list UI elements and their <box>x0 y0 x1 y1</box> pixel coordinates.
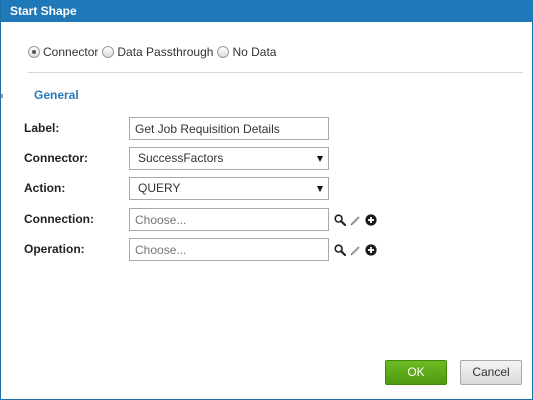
source-type-radio-group: Connector Data Passthrough No Data <box>28 44 280 60</box>
radio-no-data[interactable] <box>217 46 230 58</box>
section-title-general: General <box>34 88 79 102</box>
section-divider <box>28 72 523 73</box>
connection-input[interactable] <box>129 208 329 231</box>
start-shape-dialog: Start Shape Connector Data Passthrough N… <box>0 0 533 400</box>
operation-field-caption: Operation: <box>24 242 85 256</box>
radio-data-passthrough[interactable] <box>102 46 115 58</box>
radio-connector[interactable] <box>28 46 40 58</box>
action-field-caption: Action: <box>24 181 66 195</box>
dialog-title: Start Shape <box>1 0 533 22</box>
connector-field-caption: Connector: <box>24 151 88 165</box>
window-edge-mark <box>1 94 3 98</box>
radio-connector-label[interactable]: Connector <box>43 45 98 59</box>
connector-select-value: SuccessFactors <box>138 151 224 165</box>
operation-add-icon[interactable] <box>365 244 377 256</box>
operation-input[interactable] <box>129 238 329 261</box>
connector-dropdown-arrow-icon[interactable] <box>317 156 323 162</box>
label-field-caption: Label: <box>24 121 60 135</box>
action-select[interactable]: QUERY <box>129 177 329 200</box>
operation-edit-icon[interactable] <box>350 245 361 256</box>
radio-data-passthrough-label[interactable]: Data Passthrough <box>117 45 213 59</box>
connection-search-icon[interactable] <box>334 214 346 226</box>
connector-select[interactable]: SuccessFactors <box>129 147 329 170</box>
cancel-button[interactable]: Cancel <box>460 360 522 385</box>
action-dropdown-arrow-icon[interactable] <box>317 186 323 192</box>
connection-add-icon[interactable] <box>365 214 377 226</box>
connection-field-caption: Connection: <box>24 212 94 226</box>
ok-button[interactable]: OK <box>385 360 447 385</box>
operation-actions <box>334 243 381 257</box>
connection-edit-icon[interactable] <box>350 215 361 226</box>
action-select-value: QUERY <box>138 181 181 195</box>
radio-no-data-label[interactable]: No Data <box>232 45 276 59</box>
connection-actions <box>334 213 381 227</box>
label-input[interactable] <box>129 117 329 140</box>
operation-search-icon[interactable] <box>334 244 346 256</box>
